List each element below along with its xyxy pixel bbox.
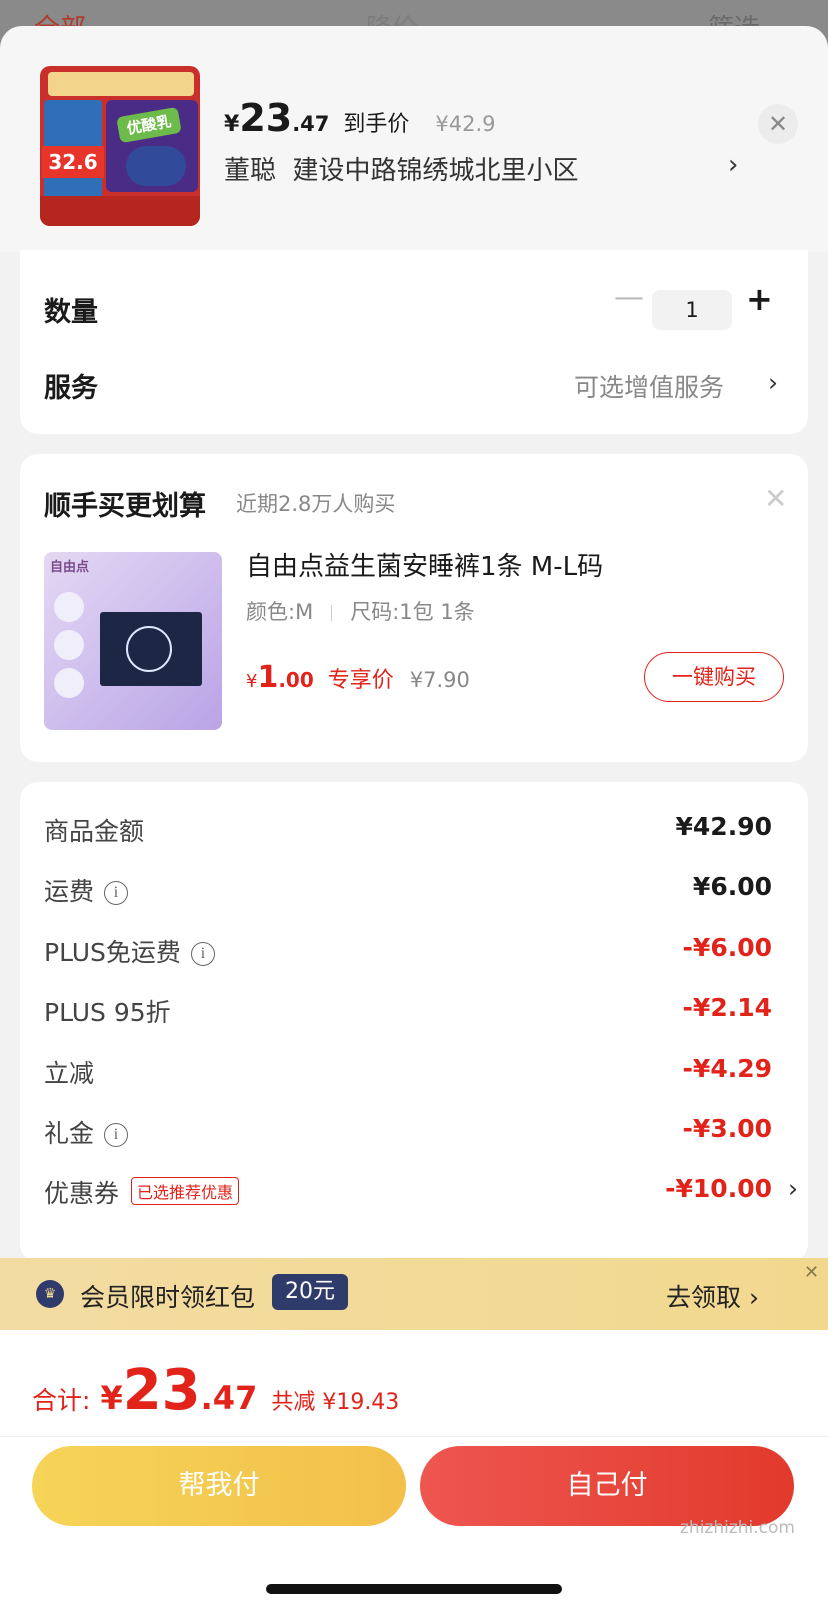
addon-product-spec: 颜色:M 尺码:1包 1条 xyxy=(246,600,475,624)
summary-row: 立减 -¥4.29 xyxy=(44,1054,772,1088)
summary-row: PLUS 95折 -¥2.14 xyxy=(44,993,772,1027)
original-price: ¥42.9 xyxy=(435,112,496,136)
recipient-name: 董聪 xyxy=(224,156,277,186)
summary-row: 运费 i ¥6.00 xyxy=(44,872,772,906)
close-button[interactable]: ✕ xyxy=(758,104,798,144)
close-icon[interactable]: ✕ xyxy=(764,482,787,515)
plus-icon[interactable]: + xyxy=(746,280,773,318)
coupon-row[interactable]: 优惠券 已选推荐优惠 -¥10.00 › xyxy=(44,1170,798,1210)
self-pay-button[interactable]: 自己付 xyxy=(420,1446,794,1526)
address-text: 建设中路锦绣城北里小区 xyxy=(292,156,579,186)
help-pay-button[interactable]: 帮我付 xyxy=(32,1446,406,1526)
header-price: ¥ 23 .47 到手价 ¥42.9 xyxy=(224,96,496,140)
addon-note: 近期2.8万人购买 xyxy=(236,492,396,516)
total-savings: 共减 ¥19.43 xyxy=(271,1390,400,1415)
addon-title: 顺手买更划算 xyxy=(44,491,206,522)
close-icon: ✕ xyxy=(767,110,789,138)
close-icon[interactable]: ✕ xyxy=(804,1262,819,1283)
divider xyxy=(0,1436,828,1437)
banner-claim-link[interactable]: 去领取 › xyxy=(666,1278,759,1314)
one-click-buy-button[interactable]: 一键购买 xyxy=(644,652,784,702)
price-summary-card: 商品金额 ¥42.90 运费 i ¥6.00 PLUS免运费 i -¥6.00 PL… xyxy=(20,782,808,1262)
banner-text: 会员限时领红包 xyxy=(80,1283,256,1312)
info-icon[interactable]: i xyxy=(190,942,215,966)
price-tag: 到手价 xyxy=(343,112,410,137)
service-value[interactable]: 可选增值服务 xyxy=(574,368,724,404)
coupon-badge: 已选推荐优惠 xyxy=(131,1177,240,1205)
home-indicator xyxy=(266,1584,562,1594)
address-line[interactable]: 董聪 建设中路锦绣城北里小区 xyxy=(224,150,579,187)
member-redpacket-banner[interactable]: ♛ 会员限时领红包 20元 去领取 › ✕ xyxy=(0,1258,828,1330)
addon-product-image[interactable]: 自由点 xyxy=(44,552,222,730)
summary-row: 商品金额 ¥42.90 xyxy=(44,812,772,846)
addon-price: ¥ 1 .00 专享价 ¥7.90 xyxy=(246,660,470,695)
minus-icon[interactable]: — xyxy=(614,280,644,315)
thumbnail-label: 优酸乳 xyxy=(116,106,182,144)
options-card: 数量 — 1 + 服务 可选增值服务 › xyxy=(20,250,808,434)
info-icon[interactable]: i xyxy=(104,1123,129,1147)
chevron-right-icon[interactable]: › xyxy=(728,150,738,180)
quantity-label: 数量 xyxy=(44,297,98,328)
addon-card: 顺手买更划算 近期2.8万人购买 ✕ 自由点 自由点益生菌安睡裤1条 M-L码 … xyxy=(20,454,808,762)
quantity-input[interactable]: 1 xyxy=(652,290,732,330)
chevron-right-icon[interactable]: › xyxy=(788,1174,798,1203)
info-icon[interactable]: i xyxy=(104,881,129,905)
sheet-header: 32.6 优酸乳 ¥ 23 .47 到手价 ¥42.9 董聪 建设中路锦绣城北里… xyxy=(0,26,828,252)
addon-product-name[interactable]: 自由点益生菌安睡裤1条 M-L码 xyxy=(246,546,603,583)
watermark: zhizhizhi.com xyxy=(680,1518,795,1538)
chevron-right-icon[interactable]: › xyxy=(768,368,778,397)
banner-amount-badge: 20元 xyxy=(272,1274,348,1310)
total-price: 合计: ¥ 23 .47 共减 ¥19.43 xyxy=(32,1358,400,1423)
brand-logo: 自由点 xyxy=(50,560,90,575)
summary-row: 礼金 i -¥3.00 xyxy=(44,1114,772,1148)
crown-icon: ♛ xyxy=(36,1280,64,1308)
service-label: 服务 xyxy=(44,373,98,404)
checkout-footer: 合计: ¥ 23 .47 共减 ¥19.43 帮我付 自己付 zhizhizhi… xyxy=(0,1330,828,1604)
thumbnail-price-badge: 32.6 xyxy=(42,146,104,178)
summary-row: PLUS免运费 i -¥6.00 xyxy=(44,933,772,967)
product-thumbnail: 32.6 优酸乳 xyxy=(40,66,200,226)
